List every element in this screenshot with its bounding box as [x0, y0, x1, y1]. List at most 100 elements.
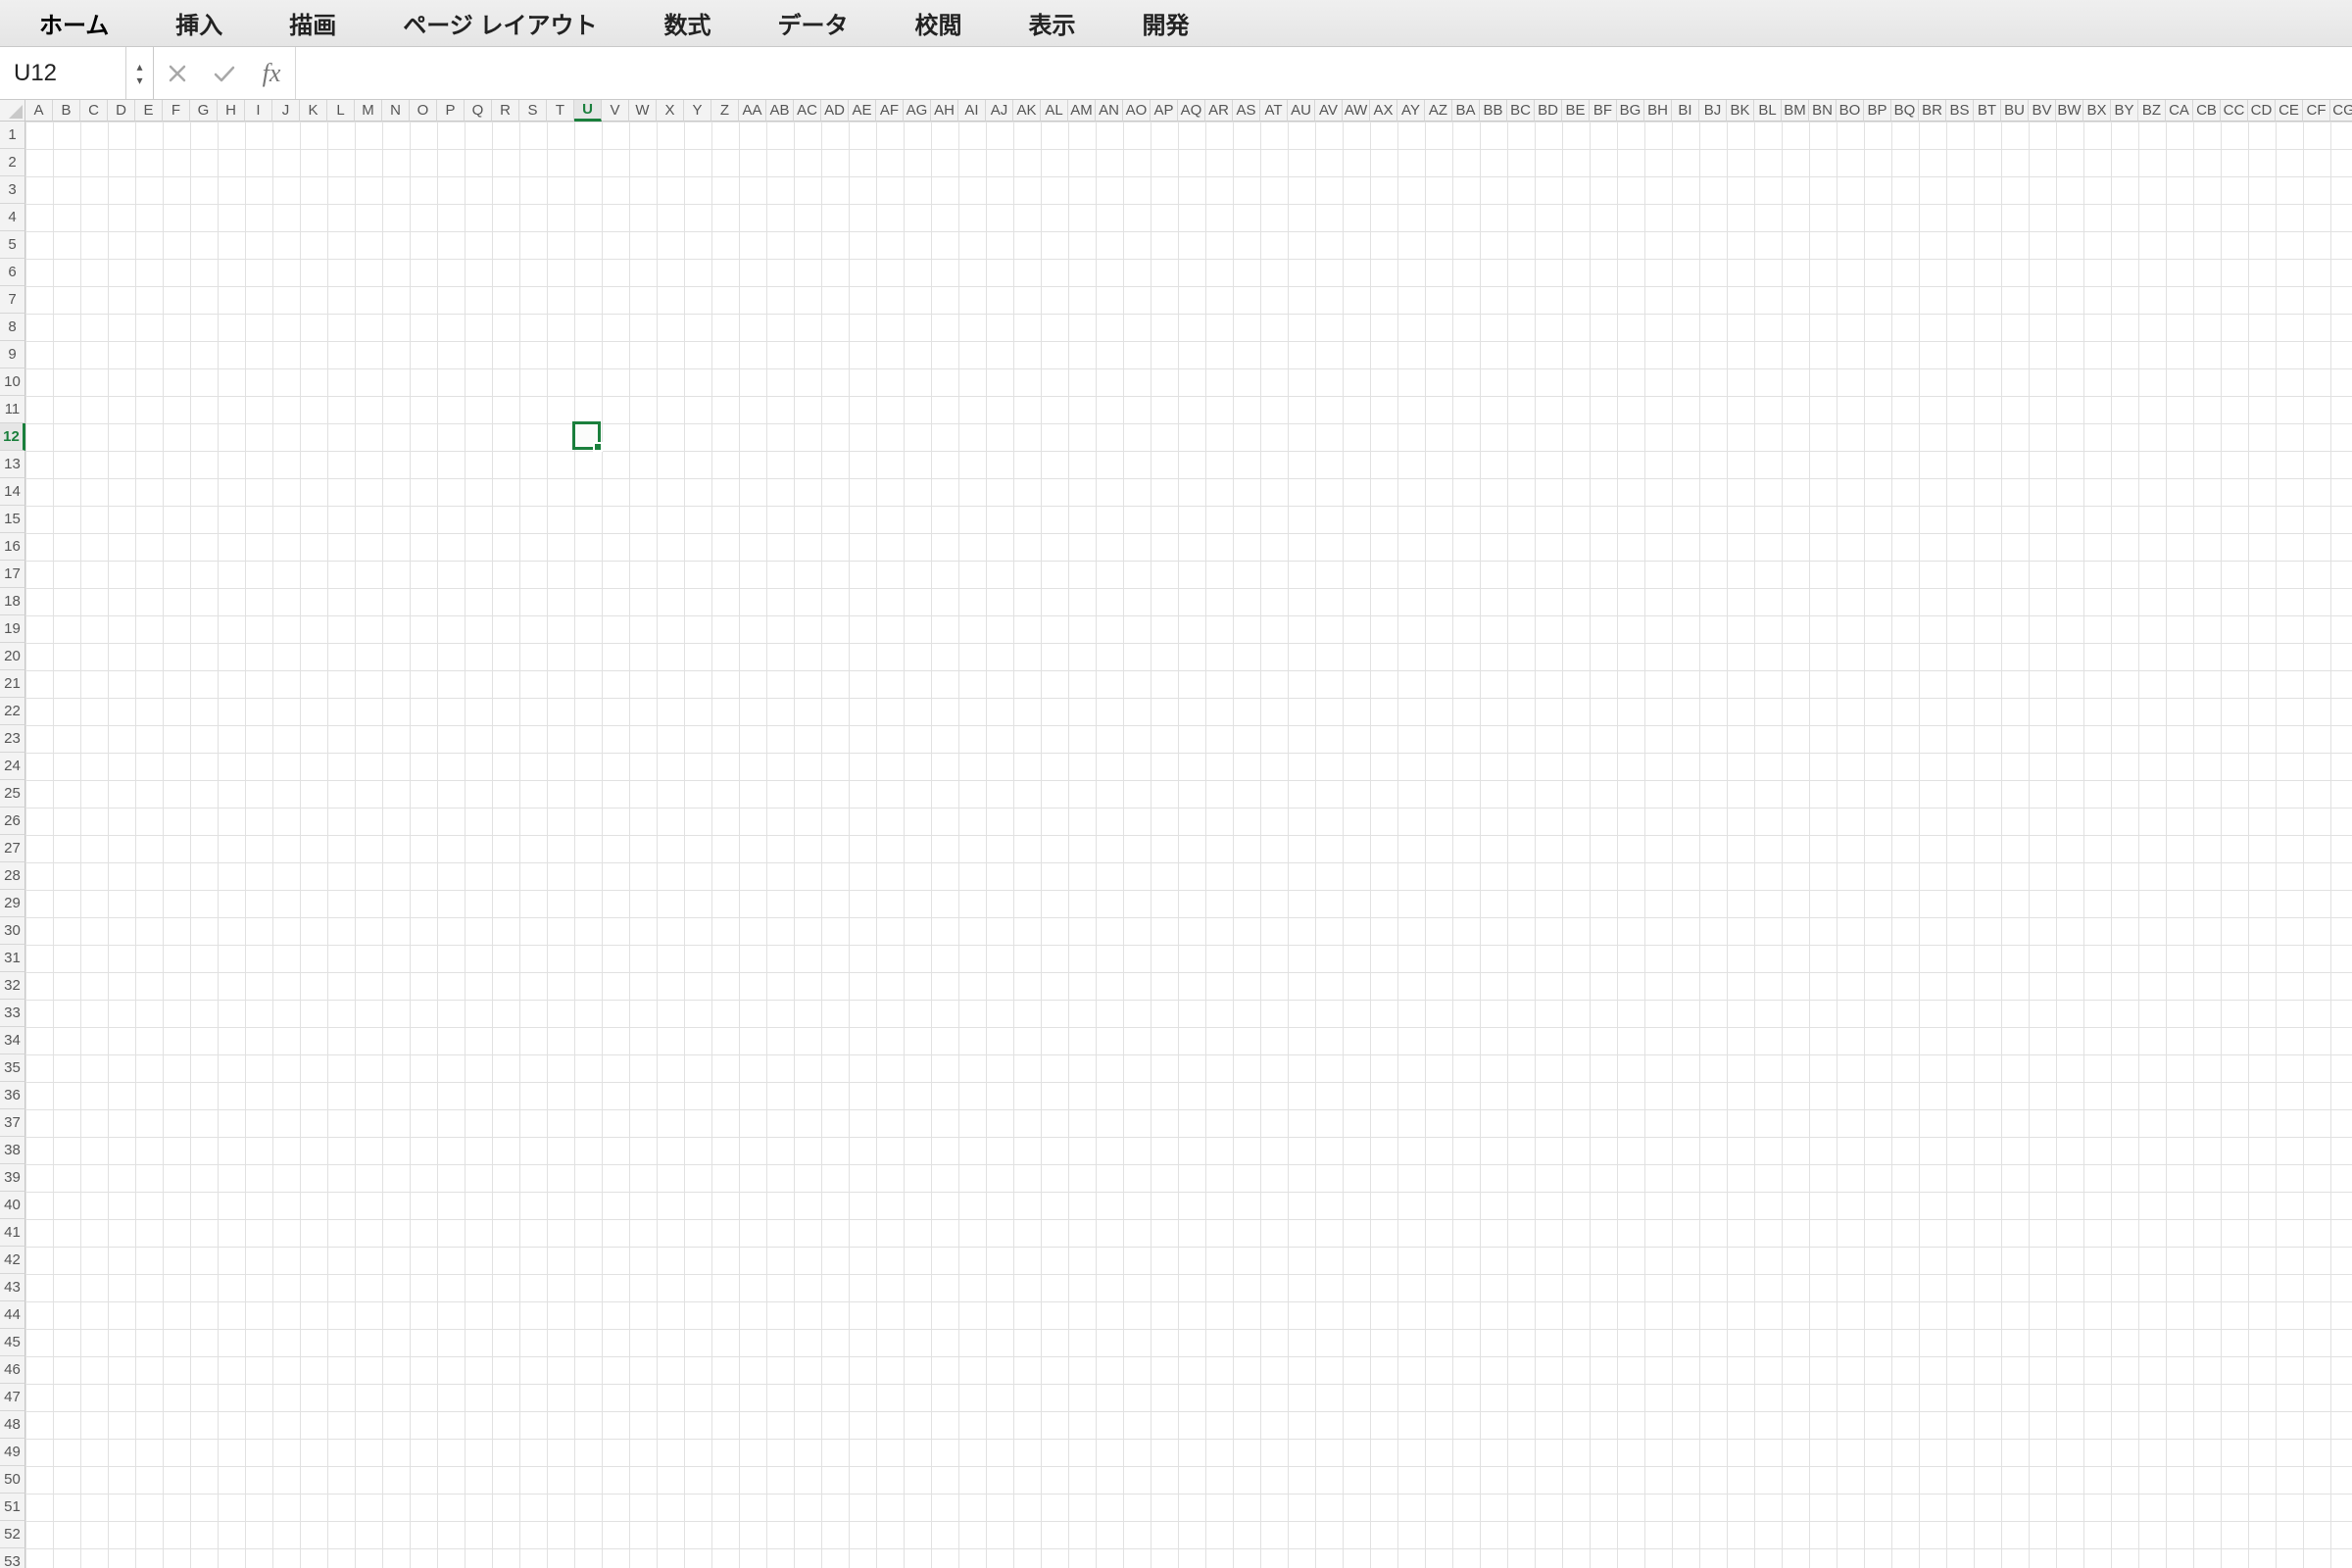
- column-header-BL[interactable]: BL: [1754, 100, 1782, 122]
- row-header-48[interactable]: 48: [0, 1411, 25, 1439]
- row-header-49[interactable]: 49: [0, 1439, 25, 1466]
- column-header-S[interactable]: S: [519, 100, 547, 122]
- column-header-N[interactable]: N: [382, 100, 410, 122]
- column-header-AX[interactable]: AX: [1370, 100, 1397, 122]
- column-header-AD[interactable]: AD: [821, 100, 849, 122]
- column-header-B[interactable]: B: [53, 100, 80, 122]
- row-header-8[interactable]: 8: [0, 314, 25, 341]
- column-header-CC[interactable]: CC: [2221, 100, 2248, 122]
- fx-icon[interactable]: fx: [248, 47, 295, 99]
- column-header-BN[interactable]: BN: [1809, 100, 1837, 122]
- row-header-39[interactable]: 39: [0, 1164, 25, 1192]
- row-header-42[interactable]: 42: [0, 1247, 25, 1274]
- column-header-C[interactable]: C: [80, 100, 108, 122]
- cancel-icon[interactable]: [154, 47, 201, 99]
- column-header-BQ[interactable]: BQ: [1891, 100, 1919, 122]
- row-header-22[interactable]: 22: [0, 698, 25, 725]
- column-header-G[interactable]: G: [190, 100, 218, 122]
- row-header-13[interactable]: 13: [0, 451, 25, 478]
- column-header-A[interactable]: A: [25, 100, 53, 122]
- column-header-H[interactable]: H: [218, 100, 245, 122]
- column-header-CD[interactable]: CD: [2248, 100, 2276, 122]
- column-header-BF[interactable]: BF: [1590, 100, 1617, 122]
- row-header-50[interactable]: 50: [0, 1466, 25, 1494]
- column-header-BI[interactable]: BI: [1672, 100, 1699, 122]
- column-header-Q[interactable]: Q: [465, 100, 492, 122]
- row-header-17[interactable]: 17: [0, 561, 25, 588]
- column-header-CA[interactable]: CA: [2166, 100, 2193, 122]
- row-header-28[interactable]: 28: [0, 862, 25, 890]
- row-header-23[interactable]: 23: [0, 725, 25, 753]
- column-header-AF[interactable]: AF: [876, 100, 904, 122]
- row-header-41[interactable]: 41: [0, 1219, 25, 1247]
- column-header-AL[interactable]: AL: [1041, 100, 1068, 122]
- row-header-36[interactable]: 36: [0, 1082, 25, 1109]
- row-header-18[interactable]: 18: [0, 588, 25, 615]
- ribbon-tab-2[interactable]: 描画: [270, 0, 356, 46]
- column-header-O[interactable]: O: [410, 100, 437, 122]
- spinner-down-icon[interactable]: ▾: [136, 74, 142, 87]
- column-header-T[interactable]: T: [547, 100, 574, 122]
- row-header-35[interactable]: 35: [0, 1054, 25, 1082]
- column-header-BB[interactable]: BB: [1480, 100, 1507, 122]
- row-header-38[interactable]: 38: [0, 1137, 25, 1164]
- column-header-BV[interactable]: BV: [2029, 100, 2056, 122]
- row-header-37[interactable]: 37: [0, 1109, 25, 1137]
- column-header-AN[interactable]: AN: [1096, 100, 1123, 122]
- column-header-X[interactable]: X: [657, 100, 684, 122]
- column-header-Z[interactable]: Z: [711, 100, 739, 122]
- column-header-D[interactable]: D: [108, 100, 135, 122]
- row-header-2[interactable]: 2: [0, 149, 25, 176]
- column-header-AH[interactable]: AH: [931, 100, 958, 122]
- row-header-40[interactable]: 40: [0, 1192, 25, 1219]
- column-header-BZ[interactable]: BZ: [2138, 100, 2166, 122]
- row-header-45[interactable]: 45: [0, 1329, 25, 1356]
- column-header-U[interactable]: U: [574, 100, 602, 122]
- column-header-BP[interactable]: BP: [1864, 100, 1891, 122]
- column-header-AR[interactable]: AR: [1205, 100, 1233, 122]
- row-header-47[interactable]: 47: [0, 1384, 25, 1411]
- row-header-7[interactable]: 7: [0, 286, 25, 314]
- row-header-51[interactable]: 51: [0, 1494, 25, 1521]
- row-header-15[interactable]: 15: [0, 506, 25, 533]
- column-header-BA[interactable]: BA: [1452, 100, 1480, 122]
- column-header-BC[interactable]: BC: [1507, 100, 1535, 122]
- name-box-input[interactable]: [0, 47, 125, 99]
- row-header-5[interactable]: 5: [0, 231, 25, 259]
- column-header-AW[interactable]: AW: [1343, 100, 1370, 122]
- row-header-29[interactable]: 29: [0, 890, 25, 917]
- ribbon-tab-6[interactable]: 校閲: [895, 0, 981, 46]
- column-header-BJ[interactable]: BJ: [1699, 100, 1727, 122]
- ribbon-tab-0[interactable]: ホーム: [20, 0, 128, 46]
- column-header-AA[interactable]: AA: [739, 100, 766, 122]
- row-header-33[interactable]: 33: [0, 1000, 25, 1027]
- column-header-P[interactable]: P: [437, 100, 465, 122]
- column-header-AT[interactable]: AT: [1260, 100, 1288, 122]
- row-header-24[interactable]: 24: [0, 753, 25, 780]
- column-header-AS[interactable]: AS: [1233, 100, 1260, 122]
- row-header-27[interactable]: 27: [0, 835, 25, 862]
- row-header-26[interactable]: 26: [0, 808, 25, 835]
- row-header-6[interactable]: 6: [0, 259, 25, 286]
- select-all-triangle[interactable]: [0, 100, 25, 122]
- column-header-W[interactable]: W: [629, 100, 657, 122]
- row-header-14[interactable]: 14: [0, 478, 25, 506]
- column-header-BH[interactable]: BH: [1644, 100, 1672, 122]
- column-header-BO[interactable]: BO: [1837, 100, 1864, 122]
- column-header-BW[interactable]: BW: [2056, 100, 2083, 122]
- row-header-52[interactable]: 52: [0, 1521, 25, 1548]
- ribbon-tab-7[interactable]: 表示: [1008, 0, 1095, 46]
- formula-input[interactable]: [295, 47, 2352, 99]
- row-header-1[interactable]: 1: [0, 122, 25, 149]
- column-header-AG[interactable]: AG: [904, 100, 931, 122]
- row-header-4[interactable]: 4: [0, 204, 25, 231]
- column-header-BU[interactable]: BU: [2001, 100, 2029, 122]
- cells-area[interactable]: [25, 122, 2352, 1568]
- column-header-AV[interactable]: AV: [1315, 100, 1343, 122]
- row-header-11[interactable]: 11: [0, 396, 25, 423]
- column-header-BM[interactable]: BM: [1782, 100, 1809, 122]
- column-header-BT[interactable]: BT: [1974, 100, 2001, 122]
- column-header-BS[interactable]: BS: [1946, 100, 1974, 122]
- row-header-3[interactable]: 3: [0, 176, 25, 204]
- column-header-I[interactable]: I: [245, 100, 272, 122]
